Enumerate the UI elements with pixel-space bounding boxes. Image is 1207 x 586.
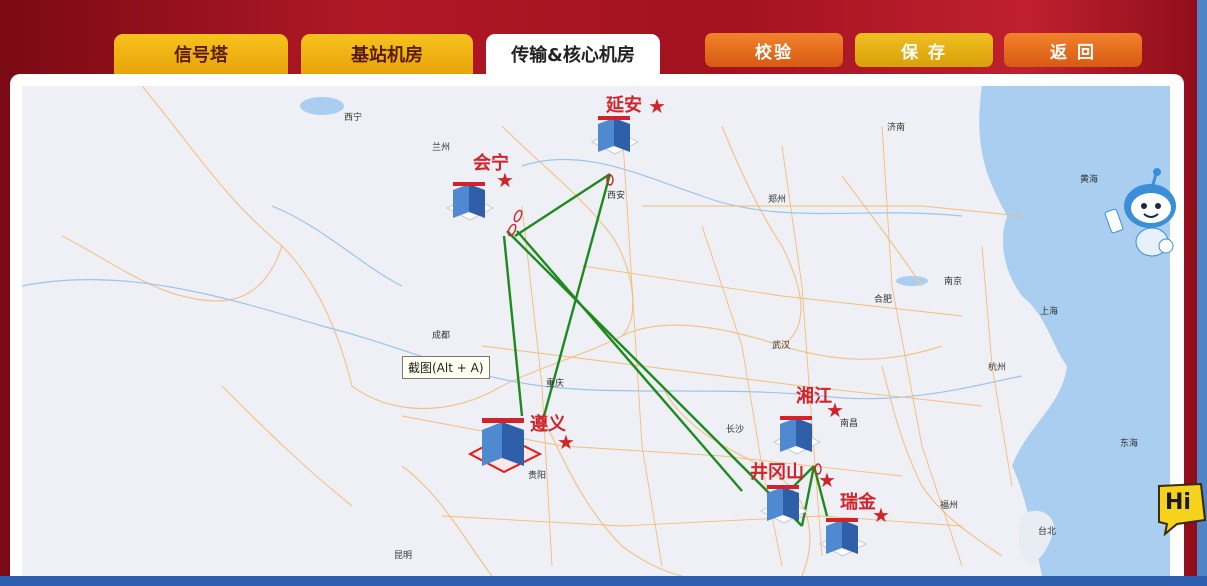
assistant-mascot-icon[interactable] [1100,166,1186,262]
city-label: 黄海 [1080,175,1099,185]
city-label: 东海 [1120,439,1139,449]
city-label: 重庆 [546,379,565,389]
map-background [22,86,1170,576]
building-icon[interactable] [770,412,824,458]
city-label: 济南 [887,123,906,133]
city-label: 昆明 [394,551,413,561]
hi-label: Hi [1165,490,1191,515]
map-canvas[interactable]: 西宁 兰州 西安 济南 郑州 南京 合肥 上海 武汉 成都 重庆 长沙 南昌 杭… [22,86,1170,576]
star-icon: ★ [826,398,844,422]
back-button[interactable]: 返 回 [1004,33,1142,67]
city-label: 杭州 [988,363,1007,373]
star-icon: ★ [648,94,666,118]
save-button[interactable]: 保 存 [855,33,993,67]
building-icon[interactable] [816,514,870,560]
city-label: 西宁 [344,113,363,123]
building-icon[interactable] [757,481,811,527]
verify-button[interactable]: 校验 [705,33,843,67]
city-label: 长沙 [726,425,745,435]
city-label: 上海 [1040,307,1059,317]
building-icon-selected[interactable] [466,412,544,478]
building-icon[interactable] [588,112,642,158]
tab-base-station-room[interactable]: 基站机房 [301,34,473,74]
star-icon: ★ [818,468,836,492]
city-label: 合肥 [874,295,893,305]
building-icon[interactable] [443,178,497,224]
city-label: 成都 [432,331,451,341]
city-label: 台北 [1038,527,1057,537]
city-label: 西安 [607,191,626,201]
city-label: 南京 [944,277,963,287]
star-icon: ★ [557,430,575,454]
star-icon: ★ [496,168,514,192]
chat-hi-button[interactable]: Hi [1153,480,1207,537]
city-label: 郑州 [768,195,787,205]
city-label: 福州 [940,501,959,511]
star-icon: ★ [872,503,890,527]
city-label: 兰州 [432,143,451,153]
tab-transmission-core-room[interactable]: 传输&核心机房 [486,34,660,74]
city-label: 武汉 [772,341,791,351]
tab-signal-tower[interactable]: 信号塔 [114,34,288,74]
site-label: 瑞金 [840,492,876,513]
screenshot-tooltip: 截图(Alt + A) [402,356,490,379]
bottom-bar [0,576,1207,586]
